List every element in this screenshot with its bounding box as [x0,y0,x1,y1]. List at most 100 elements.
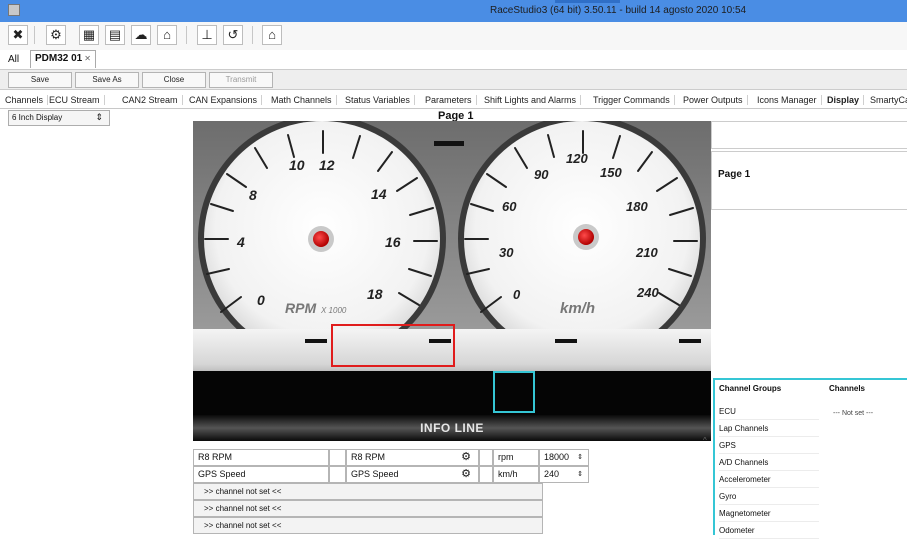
spinner-icon[interactable]: ⇕ [577,467,583,482]
group-ecu[interactable]: ECU [719,404,819,420]
speed-tick-label: 210 [635,245,658,260]
display-type-select[interactable]: 6 Inch Display ⇕ [8,110,110,126]
channel-label-cell[interactable]: GPS Speed ⚙ [346,466,479,483]
rpm-gauge: 0 4 8 10 12 14 16 18 RPM X 1000 [198,121,446,329]
speed-tick-label: 90 [534,167,549,182]
group-magnetometer[interactable]: Magnetometer [719,506,819,522]
unit-cell[interactable]: km/h [493,466,539,483]
tab-pdm32[interactable]: PDM32 01 ✕ [30,50,96,68]
document-tabs: All PDM32 01 ✕ [0,50,907,68]
tab-shift-lights[interactable]: Shift Lights and Alarms [484,95,582,105]
cloud-icon[interactable]: ☁ [131,25,151,45]
tab-can-expansions[interactable]: CAN Expansions [189,95,263,105]
icon-slot-box[interactable] [493,371,535,413]
add-icon[interactable]: ↺ [223,25,243,45]
channel-source-cell[interactable]: GPS Speed [193,466,329,483]
empty-channel-row[interactable]: >> channel not set << [193,483,543,500]
rpm-unit-label: RPM [285,300,316,316]
spacer-cell [329,466,346,483]
tab-can2-stream[interactable]: CAN2 Stream [122,95,183,105]
tab-channels[interactable]: Channels [5,95,49,105]
channels-header: Channels [829,384,866,393]
group-lap-channels[interactable]: Lap Channels [719,421,819,437]
speed-tick-label: 30 [499,245,514,260]
speed-needle-hub [578,229,594,245]
tab-ecu-stream[interactable]: ECU Stream [49,95,105,105]
channel-label-cell[interactable]: R8 RPM ⚙ [346,449,479,466]
unit-cell[interactable]: rpm [493,449,539,466]
speed-tick-label: 120 [566,151,588,166]
field-placeholder [679,339,701,343]
spinner-icon[interactable]: ⇕ [577,450,583,465]
device-icon[interactable]: ▦ [79,25,99,45]
action-bar: Save Save As Close Transmit [0,69,907,90]
window-title: RaceStudio3 (64 bit) 3.50.11 - build 14 … [490,5,747,16]
channel-label-text: R8 RPM [351,452,386,462]
dashboard-preview[interactable]: 0 4 8 10 12 14 16 18 RPM X 1000 0 30 60 … [193,121,711,441]
tab-math-channels[interactable]: Math Channels [271,95,337,105]
max-value-text: 18000 [544,452,570,462]
page-name-label: Page 1 [718,169,751,180]
channel-source-cell[interactable]: R8 RPM [193,449,329,466]
speed-tick-label: 150 [600,165,622,180]
max-value-stepper[interactable]: 240 ⇕ [539,466,589,483]
max-value-stepper[interactable]: 18000 ⇕ [539,449,589,466]
rpm-tick-label: 14 [371,186,387,202]
empty-channel-row[interactable]: >> channel not set << [193,500,543,517]
group-accelerometer[interactable]: Accelerometer [719,472,819,488]
group-gyro[interactable]: Gyro [719,489,819,505]
close-icon[interactable]: ✕ [84,54,91,63]
page-properties: Page 1 [711,151,907,210]
rpm-tick-label: 8 [249,187,257,203]
gauges-graphic: 0 4 8 10 12 14 16 18 RPM X 1000 0 30 60 … [193,121,711,329]
icon-band [193,371,711,415]
upload-icon[interactable]: ⊥ [197,25,217,45]
tools-icon[interactable]: ✖ [8,25,28,45]
right-panel: Page 1 Channel Groups Channels ECU Lap C… [711,121,907,539]
rpm-tick-label: 12 [319,157,335,173]
download-icon[interactable]: ⌂ [157,25,177,45]
tab-power-outputs[interactable]: Power Outputs [683,95,748,105]
tab-smartycam[interactable]: SmartyCa [870,95,907,105]
main-toolbar: ✖ ⚙ ▦ ▤ ☁ ⌂ ⊥ ↺ ⌂ [0,22,907,50]
tab-display[interactable]: Display [827,95,865,105]
tab-status-variables[interactable]: Status Variables [345,95,415,105]
channel-label-text: GPS Speed [351,469,399,479]
channel-groups-header: Channel Groups [719,384,782,393]
chevron-updown-icon: ⇕ [95,112,103,122]
close-button[interactable]: Close [142,72,206,88]
gear-icon[interactable]: ⚙ [461,467,471,482]
spacer-cell [329,449,346,466]
config-menu: Channels ECU Stream CAN2 Stream CAN Expa… [0,93,907,109]
rpm-unit-suffix: X 1000 [320,306,347,315]
group-odometer[interactable]: Odometer [719,523,819,539]
display-type-value: 6 Inch Display [12,113,63,122]
group-ad-channels[interactable]: A/D Channels [719,455,819,471]
rpm-tick-label: 0 [257,292,265,308]
tab-all[interactable]: All [8,54,19,65]
save-as-button[interactable]: Save As [75,72,139,88]
speed-tick-label: 60 [502,199,517,214]
settings-icon[interactable]: ⌂ [262,25,282,45]
gear-icon[interactable]: ⚙ [461,450,471,465]
tab-parameters[interactable]: Parameters [425,95,477,105]
field-placeholder [305,339,327,343]
tab-icons-manager[interactable]: Icons Manager [757,95,822,105]
transmit-button[interactable]: Transmit [209,72,273,88]
save-button[interactable]: Save [8,72,72,88]
scroll-up-icon[interactable]: ^ [703,436,707,445]
config-icon[interactable]: ▤ [105,25,125,45]
channel-not-set[interactable]: --- Not set --- [833,410,873,417]
gear-icon[interactable]: ⚙ [46,25,66,45]
rpm-tick-label: 4 [236,234,245,250]
speed-tick-label: 180 [626,199,648,214]
empty-channel-row[interactable]: >> channel not set << [193,517,543,534]
tab-trigger-commands[interactable]: Trigger Commands [593,95,675,105]
max-value-text: 240 [544,469,560,479]
group-gps[interactable]: GPS [719,438,819,454]
selected-field-box[interactable] [331,324,455,367]
app-icon [8,4,20,16]
tab-pdm32-label: PDM32 01 [35,53,83,64]
table-row: R8 RPM R8 RPM ⚙ rpm 18000 ⇕ [193,449,593,466]
field-placeholder [555,339,577,343]
